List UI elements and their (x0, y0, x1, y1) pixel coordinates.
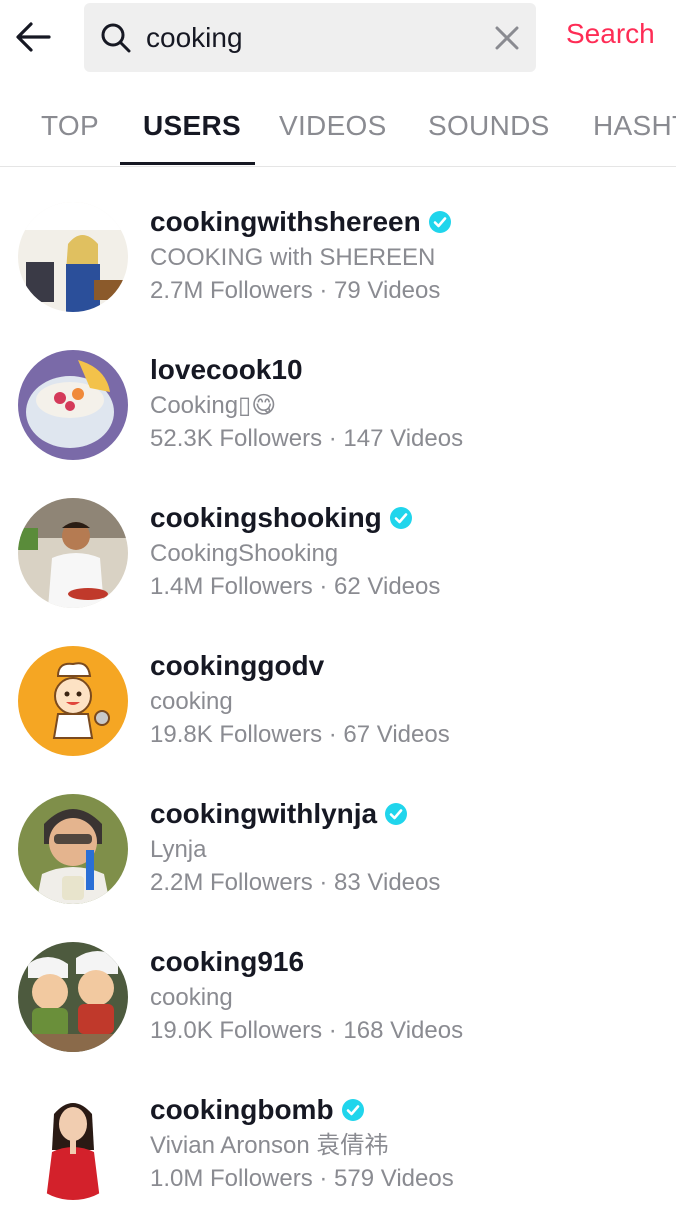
user-result-item[interactable]: cookingwithshereen COOKING with SHEREEN … (0, 196, 676, 344)
nickname: Lynja (150, 836, 207, 863)
search-icon (101, 23, 131, 53)
avatar[interactable] (18, 202, 128, 312)
avatar[interactable] (18, 794, 128, 904)
avatar[interactable] (18, 498, 128, 608)
username: cookingwithshereen (150, 204, 650, 240)
verified-badge-icon (341, 1099, 364, 1121)
search-input[interactable] (146, 13, 466, 63)
username: cookingshooking (150, 500, 650, 536)
active-tab-indicator (120, 162, 255, 165)
username: cookinggodv (150, 650, 325, 681)
username: lovecook10 (150, 354, 303, 385)
avatar[interactable] (18, 350, 128, 460)
result-tabs: TOP USERS VIDEOS SOUNDS HASHT (0, 90, 676, 167)
verified-badge-icon (428, 211, 451, 233)
tab-top[interactable]: TOP (41, 110, 99, 142)
avatar[interactable] (18, 942, 128, 1052)
follower-stats: 52.3K Followers · 147 Videos (150, 425, 464, 452)
nickname: Cooking▯😋 (150, 392, 277, 419)
verified-badge-icon (389, 507, 412, 529)
tab-videos[interactable]: VIDEOS (279, 110, 387, 142)
tab-hashtags[interactable]: HASHT (593, 110, 676, 142)
follower-stats: 2.2M Followers · 83 Videos (150, 869, 441, 896)
follower-stats: 19.8K Followers · 67 Videos (150, 721, 450, 748)
follower-stats: 1.0M Followers · 579 Videos (150, 1165, 454, 1192)
back-button[interactable] (8, 12, 58, 62)
user-result-item[interactable]: cooking916 cooking 19.0K Followers · 168… (0, 936, 676, 1084)
search-button[interactable]: Search (566, 18, 655, 50)
user-result-item[interactable]: cookingbomb Vivian Aronson 袁倩祎 1.0M Foll… (0, 1084, 676, 1232)
nickname: Vivian Aronson 袁倩祎 (150, 1132, 389, 1159)
avatar[interactable] (18, 1090, 128, 1200)
nickname: COOKING with SHEREEN (150, 244, 436, 271)
avatar[interactable] (18, 646, 128, 756)
username: cooking916 (150, 946, 305, 977)
follower-stats: 1.4M Followers · 62 Videos (150, 573, 441, 600)
user-result-item[interactable]: cookingwithlynja Lynja 2.2M Followers · … (0, 788, 676, 936)
nickname: cooking (150, 984, 233, 1011)
verified-badge-icon (385, 803, 408, 825)
search-bar[interactable] (84, 3, 536, 72)
user-result-item[interactable]: lovecook10 Cooking▯😋 52.3K Followers · 1… (0, 344, 676, 492)
user-result-item[interactable]: cookinggodv cooking 19.8K Followers · 67… (0, 640, 676, 788)
user-result-item[interactable]: cookingshooking CookingShooking 1.4M Fol… (0, 492, 676, 640)
nickname: CookingShooking (150, 540, 339, 567)
user-results-list: cookingwithshereen COOKING with SHEREEN … (0, 196, 676, 1232)
username: cookingbomb (150, 1092, 650, 1128)
tab-sounds[interactable]: SOUNDS (428, 110, 550, 142)
close-icon[interactable] (492, 23, 522, 53)
follower-stats: 2.7M Followers · 79 Videos (150, 277, 441, 304)
follower-stats: 19.0K Followers · 168 Videos (150, 1017, 464, 1044)
username: cookingwithlynja (150, 796, 650, 832)
search-header: Search (0, 0, 676, 76)
tab-users[interactable]: USERS (143, 110, 241, 142)
nickname: cooking (150, 688, 233, 715)
arrow-left-icon (16, 22, 51, 52)
